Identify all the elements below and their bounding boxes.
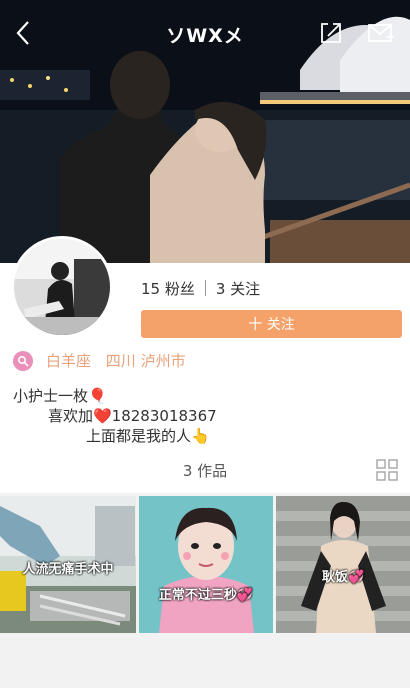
back-button[interactable] <box>0 10 46 56</box>
bio-line-3: 上面都是我的人👆 <box>86 427 210 445</box>
share-button[interactable] <box>308 10 354 56</box>
stats: 15 粉丝 3 关注 <box>141 277 260 299</box>
bottom-blank-area <box>0 633 410 688</box>
mail-icon <box>368 24 393 42</box>
zodiac-label: 白羊座 <box>46 352 92 370</box>
works-count: 3 作品 <box>182 462 228 480</box>
bio-line-1: 小护士一枚🎈 <box>13 387 107 405</box>
cover-photo: ソWXメ <box>0 0 410 263</box>
stats-divider <box>204 280 206 296</box>
city-label: 四川 泸州市 <box>105 352 186 370</box>
bio: 小护士一枚🎈 喜欢加❤️18283018367 上面都是我的人👆 <box>13 386 403 446</box>
work-caption-2: 正常不过三秒💞 <box>158 588 254 603</box>
top-bar: ソWXメ <box>0 0 410 66</box>
message-button[interactable] <box>358 10 404 56</box>
work-thumbnail-3 <box>276 496 410 633</box>
share-icon <box>321 23 341 43</box>
follow-button[interactable]: 十 关注 <box>141 310 402 338</box>
location-pin-icon <box>13 350 33 371</box>
profile-section: 15 粉丝 3 关注 十 关注 白羊座 四川 泸州市 小护士一枚🎈 喜欢加❤️1… <box>0 236 410 493</box>
works-grid: 人流无痛手术中 正常不过三秒💞 耿饭� <box>0 496 410 633</box>
chevron-left-icon <box>16 21 29 45</box>
avatar-image <box>14 239 110 335</box>
work-caption-3: 耿饭💞 <box>322 570 365 585</box>
works-header: 3 作品 <box>0 454 410 484</box>
work-caption-1: 人流无痛手术中 <box>22 562 114 577</box>
work-thumbnail-2 <box>139 496 273 633</box>
grid-view-button[interactable] <box>376 459 398 485</box>
work-item-1[interactable]: 人流无痛手术中 <box>0 496 136 633</box>
fans-count[interactable]: 15 粉丝 <box>141 278 195 299</box>
location-row: 白羊座 四川 泸州市 <box>13 350 196 371</box>
bio-line-2: 喜欢加❤️18283018367 <box>48 407 217 425</box>
following-count[interactable]: 3 关注 <box>216 278 260 299</box>
work-item-2[interactable]: 正常不过三秒💞 <box>139 496 273 633</box>
work-item-3[interactable]: 耿饭💞 <box>276 496 410 633</box>
avatar[interactable] <box>11 236 113 338</box>
grid-view-icon <box>376 459 398 481</box>
page-title: ソWXメ <box>166 25 244 47</box>
